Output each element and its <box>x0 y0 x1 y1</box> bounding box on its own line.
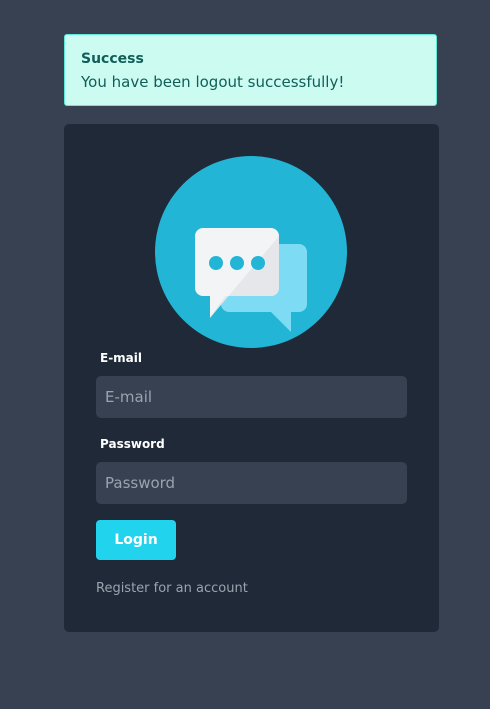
login-card: E-mail Password Login Register for an ac… <box>64 124 439 632</box>
chat-bubbles-icon <box>155 156 347 348</box>
register-link[interactable]: Register for an account <box>96 581 248 596</box>
password-field[interactable] <box>96 462 407 504</box>
login-button[interactable]: Login <box>96 520 176 560</box>
email-field[interactable] <box>96 376 407 418</box>
page: Success You have been logout successfull… <box>0 0 490 709</box>
alert-title: Success <box>81 51 144 67</box>
email-label: E-mail <box>100 351 143 365</box>
password-label: Password <box>100 437 165 451</box>
success-alert: Success You have been logout successfull… <box>64 34 437 106</box>
alert-message: You have been logout successfully! <box>81 73 345 91</box>
